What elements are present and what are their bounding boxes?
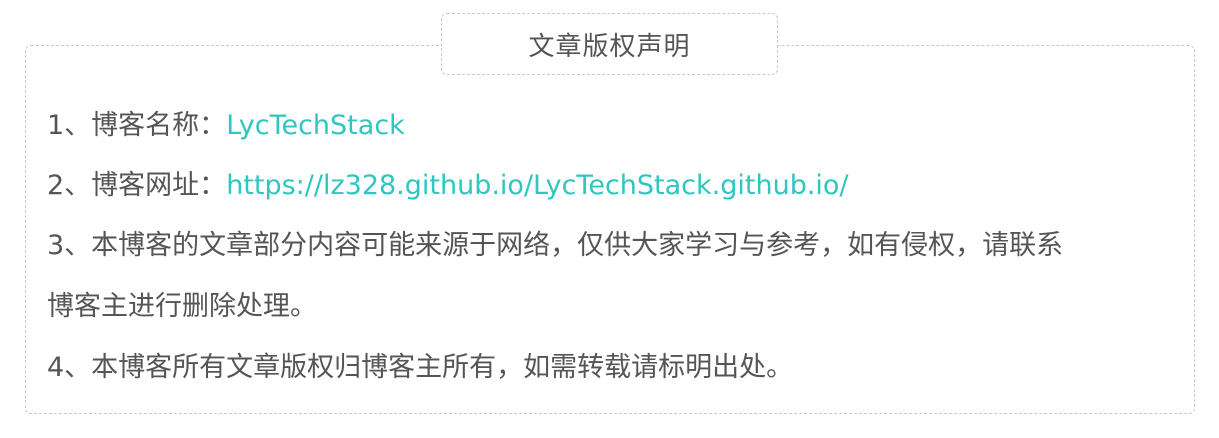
list-item-copyright-owner: 4、本博客所有文章版权归博客主所有，如需转载请标明出处。 [47, 345, 793, 391]
source-note-text-2: 博客主进行删除处理。 [47, 291, 317, 322]
list-item-blog-url: 2、博客网址：https://lz328.github.io/LycTechSt… [47, 163, 849, 209]
copyright-owner-text: 4、本博客所有文章版权归博客主所有，如需转载请标明出处。 [47, 352, 794, 383]
blog-name-link[interactable]: LycTechStack [226, 110, 405, 141]
list-item-source-note-line2: 博客主进行删除处理。 [47, 284, 317, 330]
source-note-text-1: 3、本博客的文章部分内容可能来源于网络，仅供大家学习与参考，如有侵权，请联系 [47, 230, 1064, 261]
list-item-source-note-line1: 3、本博客的文章部分内容可能来源于网络，仅供大家学习与参考，如有侵权，请联系 [47, 223, 1063, 269]
copyright-title: 文章版权声明 [441, 13, 778, 75]
list-item-blog-name: 1、博客名称：LycTechStack [47, 103, 405, 149]
blog-name-label: 1、博客名称： [47, 110, 227, 141]
blog-url-link[interactable]: https://lz328.github.io/LycTechStack.git… [226, 170, 848, 201]
blog-url-label: 2、博客网址： [47, 170, 227, 201]
copyright-title-text: 文章版权声明 [528, 31, 691, 62]
